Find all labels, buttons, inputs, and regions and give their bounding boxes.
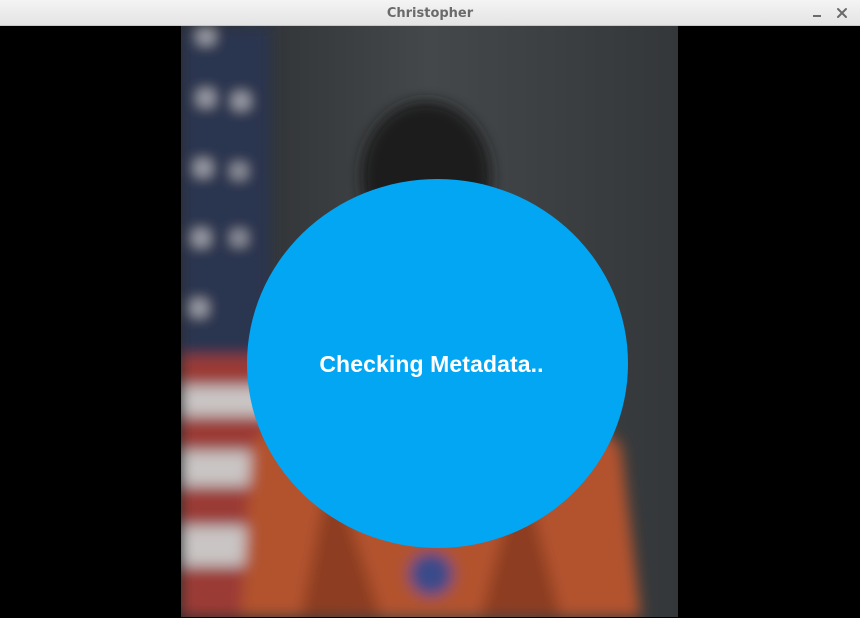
minimize-icon xyxy=(813,15,821,17)
main-content: Checking Metadata.. xyxy=(1,26,859,617)
close-button[interactable] xyxy=(833,4,851,22)
title-bar[interactable]: Christopher xyxy=(0,0,860,26)
status-text: Checking Metadata.. xyxy=(319,351,544,377)
status-circle: Checking Metadata.. xyxy=(247,179,628,548)
window-title: Christopher xyxy=(386,6,474,21)
app-window: Christopher Checking Metadata.. xyxy=(0,0,860,618)
close-icon xyxy=(837,8,847,18)
minimize-button[interactable] xyxy=(808,4,826,22)
